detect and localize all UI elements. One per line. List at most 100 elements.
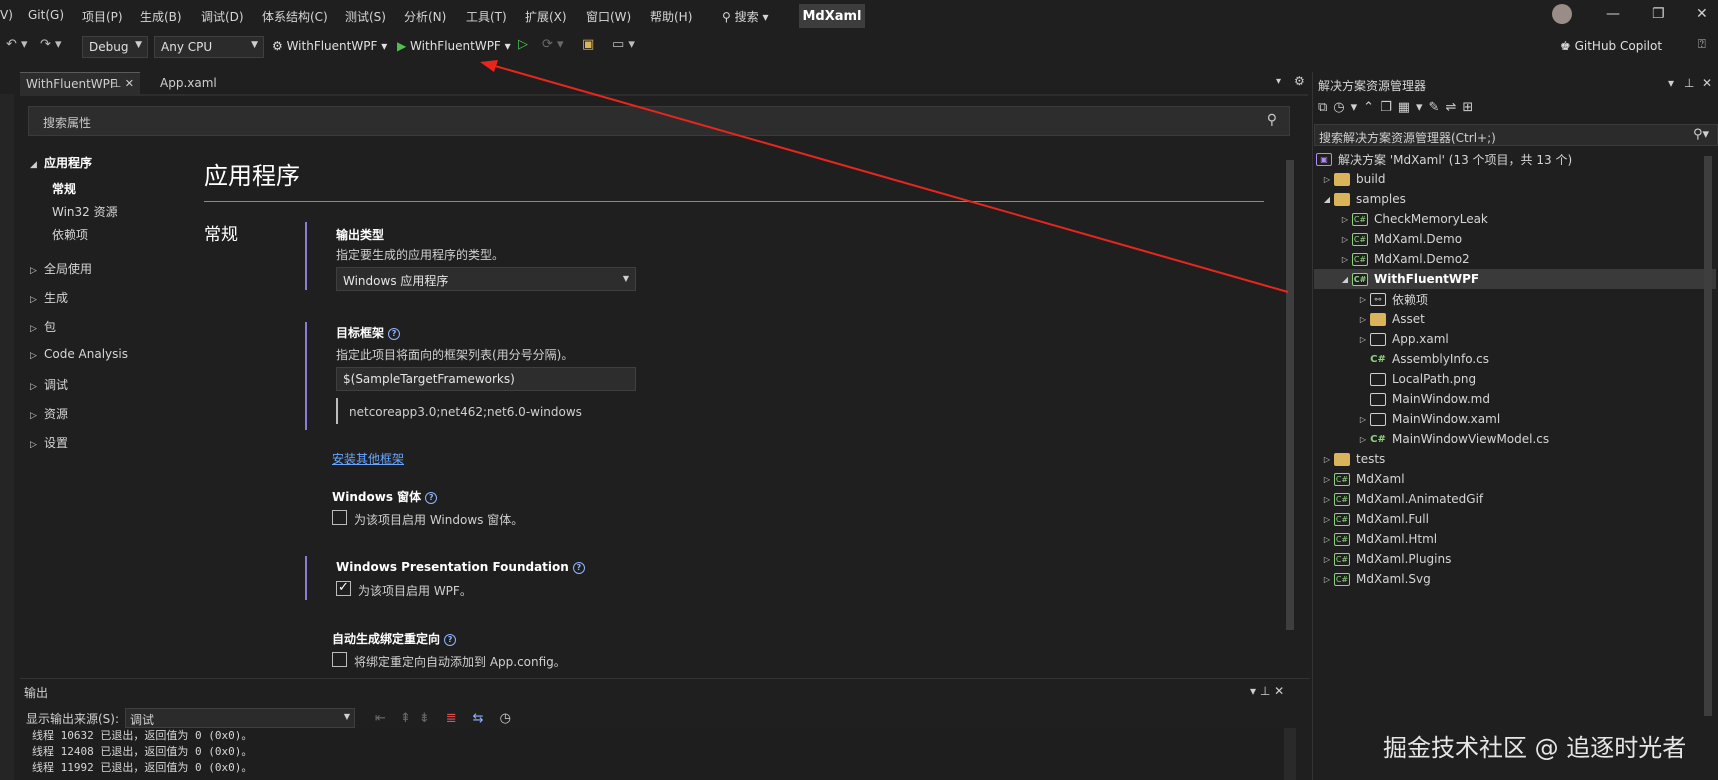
copy-icon[interactable]: ❐ bbox=[1380, 100, 1398, 115]
close-window-icon[interactable]: ✕ bbox=[1696, 6, 1708, 22]
chevron-right-icon[interactable]: ▷ bbox=[1356, 435, 1370, 444]
chevron-right-icon[interactable]: ▷ bbox=[1320, 495, 1334, 504]
menu-item-window[interactable]: 窗口(W) bbox=[586, 8, 631, 25]
solution-scrollbar[interactable] bbox=[1702, 146, 1714, 780]
diagram-icon[interactable]: ⊞ bbox=[1462, 100, 1479, 115]
tree-item[interactable]: ▷ C# MdXaml.Svg bbox=[1320, 569, 1431, 589]
nav-build[interactable]: ▷ 生成 bbox=[30, 289, 68, 306]
tree-item[interactable]: ▷ App.xaml bbox=[1356, 329, 1449, 349]
binding-redirect-checkbox[interactable] bbox=[332, 652, 347, 667]
scroll-thumb[interactable] bbox=[1286, 160, 1294, 630]
hot-reload-icon[interactable]: ⟳ ▾ bbox=[542, 37, 564, 52]
show-all-files-icon[interactable]: ▦▾ bbox=[1398, 100, 1429, 115]
startup-project-selector[interactable]: ⚙ WithFluentWPF ▾ bbox=[272, 39, 387, 53]
scroll-thumb[interactable] bbox=[1704, 156, 1712, 716]
menu-item-debug[interactable]: 调试(D) bbox=[201, 8, 244, 25]
help-icon[interactable]: ? bbox=[444, 634, 457, 646]
tree-item[interactable]: ▷ C# MdXaml.Html bbox=[1320, 529, 1437, 549]
chevron-right-icon[interactable]: ▷ bbox=[1320, 475, 1334, 484]
nav-global-usings[interactable]: ▷ 全局使用 bbox=[30, 260, 92, 277]
chevron-right-icon[interactable]: ▷ bbox=[1356, 415, 1370, 424]
switch-views-icon[interactable]: ⧉ bbox=[1318, 100, 1333, 115]
help-icon[interactable]: ? bbox=[572, 562, 585, 574]
output-source-select[interactable]: 调试 ▼ bbox=[125, 708, 356, 728]
output-type-select[interactable]: Windows 应用程序 ▼ bbox=[336, 267, 636, 291]
collapse-all-icon[interactable]: ⌃ bbox=[1363, 100, 1380, 115]
nav-package[interactable]: ▷ 包 bbox=[30, 318, 56, 335]
tree-item[interactable]: ▷ ⚯ 依赖项 bbox=[1356, 289, 1428, 309]
tree-item[interactable]: ▷ tests bbox=[1320, 449, 1385, 469]
property-search-input[interactable]: 搜索属性 ⚲ bbox=[28, 106, 1290, 136]
tree-item[interactable]: ▷ C# MdXaml bbox=[1320, 469, 1405, 489]
tree-item[interactable]: ▷ build bbox=[1320, 169, 1386, 189]
nav-application[interactable]: ◢ 应用程序 bbox=[30, 154, 92, 171]
solution-search-input[interactable]: 搜索解决方案资源管理器(Ctrl+;) ⚲▾ bbox=[1314, 124, 1718, 146]
nav-code-analysis[interactable]: ▷ Code Analysis bbox=[30, 347, 128, 361]
history-icon[interactable]: ◷▾ bbox=[1333, 100, 1363, 115]
tab-app-xaml[interactable]: App.xaml bbox=[154, 72, 258, 94]
menu-item-help[interactable]: 帮助(H) bbox=[650, 8, 692, 25]
chevron-right-icon[interactable]: ▷ bbox=[1356, 335, 1370, 344]
copilot-button[interactable]: ♚ GitHub Copilot bbox=[1560, 39, 1662, 53]
menu-item-build[interactable]: 生成(B) bbox=[140, 8, 182, 25]
wpf-checkbox[interactable] bbox=[336, 580, 351, 596]
pin-icon[interactable]: ⊥ ✕ bbox=[112, 77, 134, 90]
redo-icon[interactable]: ↷ ▾ bbox=[40, 37, 62, 52]
output-pane-controls[interactable]: ▾ ⊥ ✕ bbox=[1250, 684, 1284, 698]
chevron-right-icon[interactable]: ▷ bbox=[1338, 235, 1352, 244]
feedback-icon[interactable]: ⍰ bbox=[1698, 37, 1706, 52]
undo-icon[interactable]: ↶ ▾ bbox=[6, 37, 28, 52]
tree-item[interactable]: ▷ C# MainWindowViewModel.cs bbox=[1356, 429, 1549, 449]
help-icon[interactable]: ? bbox=[425, 492, 438, 504]
menu-item-test[interactable]: 测试(S) bbox=[345, 8, 386, 25]
menu-item-git[interactable]: Git(G) bbox=[28, 8, 64, 22]
preview-icon[interactable]: ⇌ bbox=[1445, 100, 1462, 115]
tree-item[interactable]: LocalPath.png bbox=[1356, 369, 1476, 389]
prev-message-icon[interactable]: ⇞ bbox=[400, 711, 411, 726]
tree-item[interactable]: ▷ MainWindow.xaml bbox=[1356, 409, 1500, 429]
menu-item-project[interactable]: 项目(P) bbox=[82, 8, 123, 25]
chevron-right-icon[interactable]: ▷ bbox=[1320, 175, 1334, 184]
se-dropdown-icon[interactable]: ▾ bbox=[1668, 76, 1674, 90]
solution-node[interactable]: ▣ 解决方案 'MdXaml' (13 个项目，共 13 个) bbox=[1316, 149, 1572, 169]
nav-settings[interactable]: ▷ 设置 bbox=[30, 434, 68, 451]
nav-debug[interactable]: ▷ 调试 bbox=[30, 376, 68, 393]
menu-item-analyze[interactable]: 分析(N) bbox=[404, 8, 446, 25]
target-framework-input[interactable]: $(SampleTargetFrameworks) bbox=[336, 367, 636, 391]
nav-resources[interactable]: ▷ 资源 bbox=[30, 405, 68, 422]
page-scrollbar[interactable] bbox=[1284, 150, 1296, 672]
tree-item[interactable]: MainWindow.md bbox=[1356, 389, 1490, 409]
tab-overflow-icon[interactable]: ▾ bbox=[1276, 76, 1281, 87]
nav-dependencies[interactable]: 依赖项 bbox=[52, 226, 88, 243]
minimize-icon[interactable]: — bbox=[1606, 6, 1620, 22]
tree-item[interactable]: ▷ C# MdXaml.Plugins bbox=[1320, 549, 1451, 569]
tree-item[interactable]: ◢ samples bbox=[1320, 189, 1406, 209]
chevron-right-icon[interactable]: ▷ bbox=[1356, 315, 1370, 324]
help-icon[interactable]: ? bbox=[388, 328, 401, 340]
settings-icon[interactable]: ⚙ bbox=[1294, 74, 1305, 88]
platform-combo[interactable]: Any CPU ▼ bbox=[154, 36, 264, 58]
tree-item[interactable]: ▷ C# MdXaml.AnimatedGif bbox=[1320, 489, 1483, 509]
clear-all-icon[interactable]: ≣ bbox=[446, 711, 457, 726]
chevron-down-icon[interactable]: ◢ bbox=[1338, 275, 1352, 284]
tree-item[interactable]: ▷ C# MdXaml.Demo2 bbox=[1338, 249, 1470, 269]
layout-icon[interactable]: ▭ ▾ bbox=[612, 37, 635, 52]
tree-item[interactable]: ▷ Asset bbox=[1356, 309, 1425, 329]
avatar[interactable] bbox=[1552, 4, 1572, 24]
tree-item[interactable]: ▷ C# MdXaml.Demo bbox=[1338, 229, 1462, 249]
run-button[interactable]: ▶ WithFluentWPF ▾ bbox=[397, 39, 511, 53]
menu-item-architecture[interactable]: 体系结构(C) bbox=[262, 8, 328, 25]
chevron-right-icon[interactable]: ▷ bbox=[1320, 515, 1334, 524]
pin-icon[interactable]: ⊥ bbox=[1684, 76, 1694, 90]
nav-general[interactable]: 常规 bbox=[52, 180, 76, 197]
output-scrollbar[interactable] bbox=[1284, 728, 1296, 780]
chevron-right-icon[interactable]: ▷ bbox=[1320, 575, 1334, 584]
folder-icon[interactable]: ▣ bbox=[582, 37, 594, 52]
properties-icon[interactable]: ✎ bbox=[1429, 100, 1446, 115]
tree-item[interactable]: ◢ C# WithFluentWPF bbox=[1314, 269, 1716, 289]
chevron-right-icon[interactable]: ▷ bbox=[1320, 455, 1334, 464]
chevron-right-icon[interactable]: ▷ bbox=[1356, 295, 1370, 304]
menu-item-tools[interactable]: 工具(T) bbox=[466, 8, 507, 25]
chevron-right-icon[interactable]: ▷ bbox=[1320, 535, 1334, 544]
word-wrap-icon[interactable]: ⇆ bbox=[473, 711, 484, 726]
